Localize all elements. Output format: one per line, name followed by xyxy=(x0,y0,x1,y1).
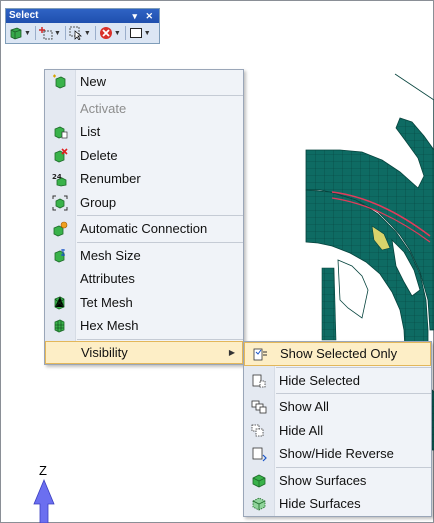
show-hide-reverse-icon xyxy=(252,447,267,462)
context-menu: New Activate List Delete 24 Renumber Gro… xyxy=(44,69,244,365)
toolbar-separator xyxy=(34,26,36,40)
menu-item-label: New xyxy=(80,74,107,90)
submenu-arrow-icon: ▶ xyxy=(228,347,235,357)
chevron-down-icon: ▼ xyxy=(113,29,121,37)
hide-surfaces-icon xyxy=(252,497,266,511)
menu-item-hide-surfaces[interactable]: Hide Surfaces xyxy=(244,492,431,516)
menu-item-label: Activate xyxy=(80,100,127,116)
menu-item-tet-mesh[interactable]: Tet Mesh xyxy=(45,291,243,315)
renumber-icon: 24 xyxy=(52,173,67,187)
menu-item-show-surfaces[interactable]: Show Surfaces xyxy=(244,469,431,493)
menu-item-automatic-connection[interactable]: Automatic Connection xyxy=(45,217,243,241)
box-select-icon xyxy=(129,28,142,38)
menu-item-label: Mesh Size xyxy=(80,247,141,263)
menu-item-label: Show All xyxy=(279,399,329,415)
toolbar-title-controls[interactable]: ▾ ✕ xyxy=(132,9,156,23)
menu-item-label: Renumber xyxy=(80,171,141,187)
menu-item-label: Automatic Connection xyxy=(80,221,208,237)
menu-item-label: Show Surfaces xyxy=(279,472,367,488)
menu-item-activate: Activate xyxy=(45,97,243,121)
menu-item-label: Hide Selected xyxy=(279,372,360,388)
show-all-icon xyxy=(251,400,267,414)
menu-item-label: Show/Hide Reverse xyxy=(279,446,394,462)
z-axis-label: Z xyxy=(39,463,47,478)
menu-item-label: Show Selected Only xyxy=(280,346,398,362)
select-add-button[interactable]: ▼ xyxy=(38,25,61,41)
menu-item-label: Delete xyxy=(80,147,118,163)
delete-icon xyxy=(54,147,68,162)
group-icon xyxy=(52,195,68,210)
select-cube-icon xyxy=(10,27,22,40)
menu-item-show-all[interactable]: Show All xyxy=(244,395,431,419)
menu-item-hide-selected[interactable]: Hide Selected xyxy=(244,369,431,393)
show-selected-only-icon xyxy=(253,348,267,361)
menu-item-show-hide-reverse[interactable]: Show/Hide Reverse xyxy=(244,442,431,466)
select-entity-button[interactable]: ▼ xyxy=(9,25,31,41)
list-icon xyxy=(54,126,68,139)
mesh-size-icon xyxy=(54,248,65,262)
menu-separator xyxy=(276,466,431,468)
chevron-down-icon: ▼ xyxy=(83,29,91,37)
menu-item-label: Hide Surfaces xyxy=(279,496,361,512)
select-cancel-button[interactable]: ▼ xyxy=(99,25,121,41)
menu-item-delete[interactable]: Delete xyxy=(45,144,243,168)
cancel-icon xyxy=(99,27,112,39)
select-toolbar: Select ▾ ✕ ▼ ▼ ▼ ▼ ▼ xyxy=(5,8,160,44)
menu-separator xyxy=(77,94,243,96)
menu-separator xyxy=(276,393,431,394)
menu-separator xyxy=(77,215,243,216)
chevron-down-icon: ▼ xyxy=(143,29,151,37)
toolbar-titlebar[interactable]: Select ▾ ✕ xyxy=(6,9,159,23)
chevron-down-icon: ▼ xyxy=(24,29,31,37)
menu-item-show-selected-only[interactable]: Show Selected Only xyxy=(244,342,431,366)
menu-item-hide-all[interactable]: Hide All xyxy=(244,419,431,443)
select-add-icon xyxy=(38,27,53,40)
auto-connection-icon xyxy=(53,221,68,237)
menu-item-mesh-size[interactable]: Mesh Size xyxy=(45,244,243,268)
menu-item-attributes[interactable]: Attributes xyxy=(45,267,243,291)
pointer-select-icon xyxy=(69,26,82,40)
menu-item-label: Visibility xyxy=(81,344,128,360)
menu-item-renumber[interactable]: 24 Renumber xyxy=(45,167,243,191)
hide-all-icon xyxy=(251,424,264,436)
toolbar-separator xyxy=(124,26,126,40)
menu-item-label: Group xyxy=(80,194,117,210)
menu-item-group[interactable]: Group xyxy=(45,191,243,215)
new-icon xyxy=(53,74,66,89)
toolbar-separator xyxy=(64,26,66,40)
menu-item-label: Attributes xyxy=(80,271,135,287)
menu-separator xyxy=(77,338,243,340)
hex-mesh-icon xyxy=(54,319,65,333)
toolbar-buttons: ▼ ▼ ▼ ▼ ▼ xyxy=(6,23,159,43)
menu-item-label: Hex Mesh xyxy=(80,318,139,334)
select-box-button[interactable]: ▼ xyxy=(129,25,151,41)
show-surfaces-icon xyxy=(252,474,266,487)
chevron-down-icon: ▼ xyxy=(53,29,61,37)
menu-item-label: Tet Mesh xyxy=(80,294,133,310)
visibility-submenu: Show Selected Only Hide Selected Show Al… xyxy=(243,341,432,517)
menu-separator xyxy=(276,366,431,368)
menu-item-hex-mesh[interactable]: Hex Mesh xyxy=(45,314,243,338)
tet-mesh-icon xyxy=(54,295,65,309)
select-pointer-button[interactable]: ▼ xyxy=(69,25,91,41)
menu-item-label: List xyxy=(80,124,101,140)
menu-item-list[interactable]: List xyxy=(45,120,243,144)
menu-item-label: Hide All xyxy=(279,422,324,438)
toolbar-title: Select xyxy=(9,10,39,21)
menu-item-visibility[interactable]: Visibility ▶ xyxy=(45,340,243,364)
menu-item-new[interactable]: New xyxy=(45,70,243,94)
toolbar-separator xyxy=(94,26,96,40)
menu-separator xyxy=(77,241,243,243)
hide-selected-icon xyxy=(252,374,266,387)
